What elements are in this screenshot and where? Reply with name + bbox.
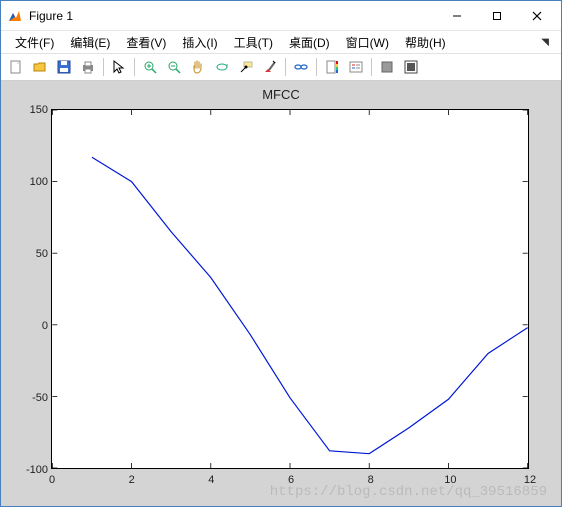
data-cursor-button[interactable] (235, 56, 257, 78)
link-plot-button[interactable] (290, 56, 312, 78)
figure-canvas[interactable]: MFCC -100-50050100150024681012 https://b… (1, 81, 561, 506)
watermark: https://blog.csdn.net/qq_39516859 (270, 484, 547, 500)
menubar: 文件(F) 编辑(E) 查看(V) 插入(I) 工具(T) 桌面(D) 窗口(W… (1, 31, 561, 53)
maximize-button[interactable] (477, 2, 517, 30)
zoom-in-button[interactable] (139, 56, 161, 78)
x-tick-label: 2 (129, 474, 135, 486)
minimize-button[interactable] (437, 2, 477, 30)
zoom-out-button[interactable] (163, 56, 185, 78)
toolbar-separator (134, 58, 135, 76)
print-button[interactable] (77, 56, 99, 78)
y-tick-label: -100 (12, 464, 48, 476)
y-tick-label: 50 (12, 248, 48, 260)
series-line (92, 157, 528, 453)
matlab-icon (7, 8, 23, 24)
window-title: Figure 1 (29, 9, 437, 23)
menu-window[interactable]: 窗口(W) (340, 32, 395, 53)
toolbar-separator (285, 58, 286, 76)
save-button[interactable] (53, 56, 75, 78)
titlebar: Figure 1 (1, 1, 561, 31)
y-tick-label: -50 (12, 392, 48, 404)
y-tick-label: 0 (12, 320, 48, 332)
menu-insert[interactable]: 插入(I) (176, 32, 223, 53)
dock-button[interactable] (400, 56, 422, 78)
line-plot (52, 110, 528, 468)
brush-button[interactable] (259, 56, 281, 78)
hide-tools-button[interactable] (376, 56, 398, 78)
chart-title: MFCC (1, 87, 561, 102)
menu-help[interactable]: 帮助(H) (399, 32, 452, 53)
menu-file[interactable]: 文件(F) (9, 32, 60, 53)
x-tick-label: 4 (208, 474, 214, 486)
colorbar-button[interactable] (321, 56, 343, 78)
toolbar-dropdown-icon[interactable]: ◥ (541, 37, 553, 48)
toolbar-separator (103, 58, 104, 76)
new-figure-button[interactable] (5, 56, 27, 78)
menu-desktop[interactable]: 桌面(D) (283, 32, 336, 53)
menu-edit[interactable]: 编辑(E) (64, 32, 116, 53)
close-button[interactable] (517, 2, 557, 30)
legend-button[interactable] (345, 56, 367, 78)
pan-button[interactable] (187, 56, 209, 78)
pointer-button[interactable] (108, 56, 130, 78)
toolbar-separator (371, 58, 372, 76)
toolbar-separator (316, 58, 317, 76)
menu-tools[interactable]: 工具(T) (228, 32, 279, 53)
rotate-button[interactable] (211, 56, 233, 78)
y-tick-label: 150 (12, 104, 48, 116)
x-tick-label: 0 (49, 474, 55, 486)
figure-window: Figure 1 文件(F) 编辑(E) 查看(V) 插入(I) 工具(T) 桌… (0, 0, 562, 507)
menu-view[interactable]: 查看(V) (120, 32, 172, 53)
open-button[interactable] (29, 56, 51, 78)
axes: -100-50050100150024681012 (51, 109, 529, 469)
y-tick-label: 100 (12, 176, 48, 188)
toolbar (1, 53, 561, 81)
